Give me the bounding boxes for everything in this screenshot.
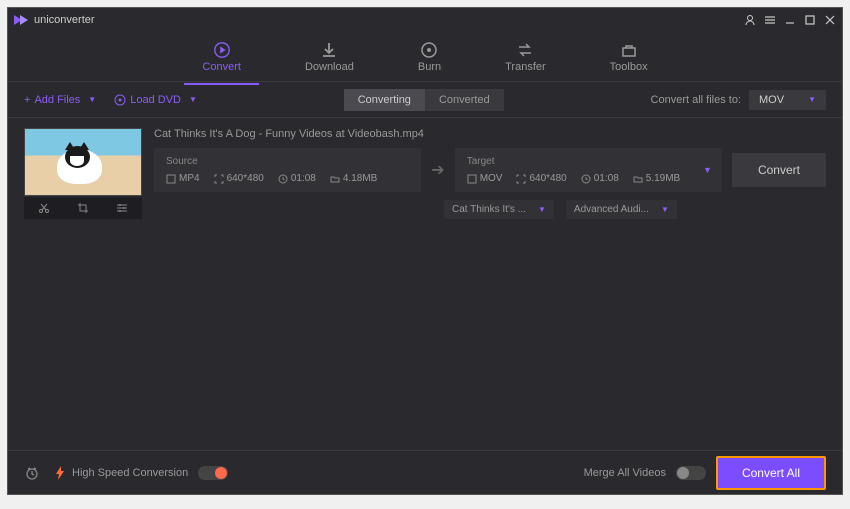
status-tabs: Converting Converted [344,89,504,111]
titlebar: uniconverter [8,8,842,32]
disc-icon [114,94,126,106]
source-target-row: Source MP4 640*480 [154,148,826,192]
source-label: Source [166,156,409,167]
app-window: uniconverter Convert [7,7,843,495]
toolbar: + Add Files ▼ Load DVD ▼ Converting Conv… [8,82,842,118]
file-details: Cat Thinks It's A Dog - Funny Videos at … [154,128,826,219]
add-files-label: Add Files [34,94,80,106]
chevron-down-icon: ▼ [808,95,816,104]
chevron-down-icon: ▼ [661,205,669,214]
convert-all-button[interactable]: Convert All [716,456,826,490]
expand-icon [516,174,526,184]
chevron-down-icon: ▼ [88,95,96,104]
video-thumbnail[interactable] [24,128,142,196]
high-speed-label: High Speed Conversion [72,467,188,479]
maximize-icon[interactable] [804,14,816,26]
minimize-icon[interactable] [784,14,796,26]
nav-download[interactable]: Download [297,37,362,77]
schedule-icon[interactable] [24,465,40,481]
clock-icon [278,174,288,184]
chevron-down-icon[interactable]: ▼ [703,165,712,175]
convert-button[interactable]: Convert [732,153,826,187]
crop-icon[interactable] [77,202,89,214]
add-files-button[interactable]: + Add Files ▼ [24,94,96,106]
nav-label: Download [305,61,354,73]
clock-icon [581,174,591,184]
load-dvd-label: Load DVD [130,94,181,106]
nav-label: Burn [418,61,441,73]
arrow-icon: ➔ [431,160,444,180]
source-duration: 01:08 [278,173,316,184]
nav-transfer[interactable]: Transfer [497,37,554,77]
target-duration: 01:08 [581,173,619,184]
target-panel[interactable]: Target MOV 640*480 [455,148,722,192]
nav-burn[interactable]: Burn [410,37,449,77]
window-controls [744,14,836,26]
tab-converting[interactable]: Converting [344,89,425,111]
file-row: Cat Thinks It's A Dog - Funny Videos at … [24,128,826,219]
tab-converted[interactable]: Converted [425,89,504,111]
audio-select[interactable]: Advanced Audi... ▼ [566,200,677,219]
folder-icon [633,174,643,184]
transfer-icon [516,41,534,59]
merge-label: Merge All Videos [584,467,666,479]
toolbar-left: + Add Files ▼ Load DVD ▼ [24,94,197,106]
file-icon [166,174,176,184]
target-resolution: 640*480 [516,173,566,184]
high-speed-toggle[interactable] [198,466,228,480]
toolbox-icon [620,41,638,59]
format-value: MOV [759,94,784,106]
stream-selectors: Cat Thinks It's ... ▼ Advanced Audi... ▼ [444,200,826,219]
nav-label: Transfer [505,61,546,73]
settings-icon[interactable] [116,202,128,214]
source-format: MP4 [166,173,200,184]
target-size: 5.19MB [633,173,680,184]
nav-label: Toolbox [610,61,648,73]
nav-label: Convert [202,61,241,73]
close-icon[interactable] [824,14,836,26]
target-meta: MOV 640*480 01:08 [467,173,710,184]
convert-all-files-label: Convert all files to: [651,94,741,106]
trim-icon[interactable] [38,202,50,214]
bolt-icon [54,466,66,480]
footer: High Speed Conversion Merge All Videos C… [8,450,842,494]
file-list: Cat Thinks It's A Dog - Funny Videos at … [8,118,842,450]
thumbnail-column [24,128,142,219]
expand-icon [214,174,224,184]
main-nav: Convert Download Burn Transfer Toolbox [8,32,842,82]
subtitle-select[interactable]: Cat Thinks It's ... ▼ [444,200,554,219]
merge-toggle[interactable] [676,466,706,480]
thumbnail-tools [24,197,142,219]
footer-right: Merge All Videos Convert All [584,456,826,490]
target-format: MOV [467,173,503,184]
file-icon [467,174,477,184]
load-dvd-button[interactable]: Load DVD ▼ [114,94,197,106]
nav-convert[interactable]: Convert [194,37,249,77]
target-label: Target [467,156,710,167]
folder-icon [330,174,340,184]
menu-icon[interactable] [764,14,776,26]
file-name: Cat Thinks It's A Dog - Funny Videos at … [154,128,826,140]
convert-icon [213,41,231,59]
plus-icon: + [24,94,30,106]
toolbar-right: Convert all files to: MOV ▼ [651,90,826,110]
burn-icon [420,41,438,59]
nav-toolbox[interactable]: Toolbox [602,37,656,77]
output-format-select[interactable]: MOV ▼ [749,90,826,110]
app-logo-icon [14,15,28,25]
source-size: 4.18MB [330,173,377,184]
source-panel: Source MP4 640*480 [154,148,421,192]
source-resolution: 640*480 [214,173,264,184]
chevron-down-icon: ▼ [189,95,197,104]
user-icon[interactable] [744,14,756,26]
app-brand: uniconverter [34,14,744,26]
source-meta: MP4 640*480 01:08 [166,173,409,184]
chevron-down-icon: ▼ [538,205,546,214]
download-icon [320,41,338,59]
